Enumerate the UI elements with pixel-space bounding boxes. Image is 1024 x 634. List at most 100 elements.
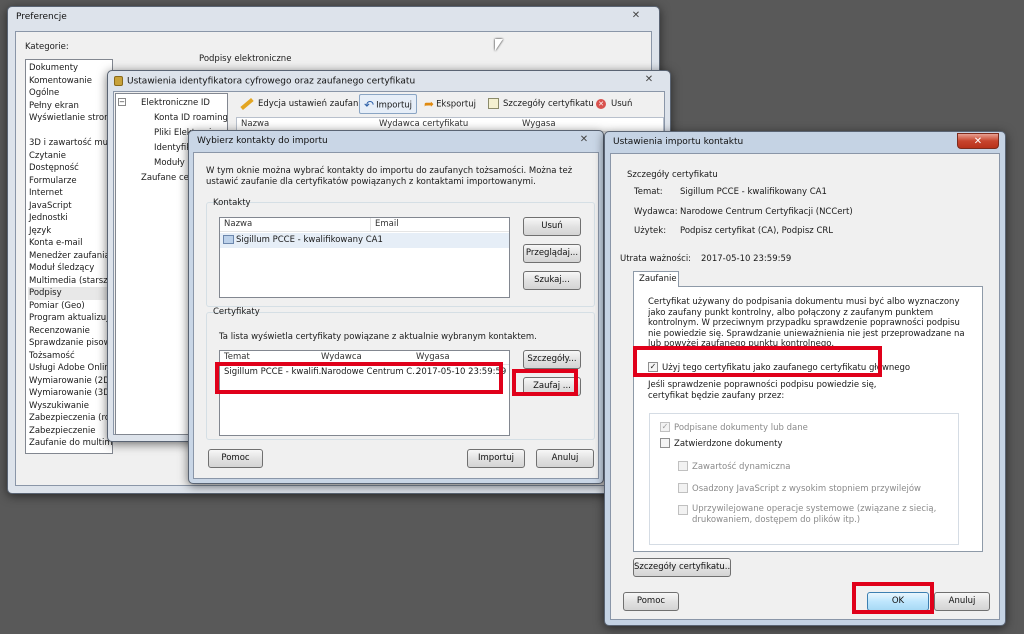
search-button[interactable]: Szukaj... — [523, 271, 581, 290]
category-item[interactable]: Internet — [28, 187, 112, 200]
trust-description: Certyfikat używany do podpisania dokumen… — [648, 297, 965, 349]
signed-docs-label: Podpisane dokumenty lub dane — [674, 423, 808, 433]
certificate-icon — [488, 98, 499, 109]
usage-label: Użytek: — [634, 226, 667, 236]
category-item[interactable]: Dostępność — [28, 162, 112, 175]
import-contacts-window: Wybierz kontakty do importu ✕ W tym okni… — [188, 130, 604, 484]
category-item[interactable]: Ogólne — [28, 87, 112, 100]
edit-trust-button[interactable]: Edycja ustawień zaufania — [240, 94, 366, 114]
import-button[interactable]: ↶ Importuj — [359, 94, 418, 114]
category-item[interactable]: Wyszukiwanie — [28, 400, 112, 413]
pencil-icon — [240, 97, 254, 110]
tab-trust[interactable]: Zaufanie — [633, 271, 679, 287]
category-item[interactable]: Menedżer zaufania — [28, 250, 112, 263]
category-item[interactable]: Multimedia (starsze) — [28, 275, 112, 288]
contacts-group: Kontakty Nazwa Email Sigillum PCCE - kwa… — [206, 198, 595, 307]
category-item — [28, 125, 112, 138]
category-item[interactable]: Wymiarowanie (3D) — [28, 387, 112, 400]
subject-value: Sigillum PCCE - kwalifikowany CA1 — [680, 187, 827, 197]
remove-contact-button[interactable]: Usuń — [523, 217, 581, 236]
settings-help-button[interactable]: Pomoc — [623, 592, 679, 611]
category-item[interactable]: Konta e-mail — [28, 237, 112, 250]
details-heading: Szczegóły certyfikatu — [627, 170, 718, 180]
certified-docs-label[interactable]: Zatwierdzone dokumenty — [674, 439, 783, 449]
category-item[interactable]: Recenzowanie — [28, 325, 112, 338]
import-contacts-client: W tym oknie można wybrać kontakty do imp… — [193, 152, 599, 479]
category-item[interactable]: Dokumenty — [28, 62, 112, 75]
mouse-cursor-icon — [495, 39, 503, 51]
import-contacts-title: Wybierz kontakty do importu — [197, 136, 328, 146]
system-ops-checkbox[interactable] — [678, 505, 688, 515]
category-item[interactable]: Usługi Adobe Online — [28, 362, 112, 375]
remove-icon: ✕ — [596, 98, 606, 109]
cert-details-full-button[interactable]: Szczegóły certyfikatu... — [633, 558, 731, 577]
cert-details-dialog-button[interactable]: Szczegóły... — [523, 350, 581, 369]
settings-cancel-button[interactable]: Anuluj — [934, 592, 990, 611]
category-item[interactable]: Sprawdzanie pisowni — [28, 337, 112, 350]
help-button[interactable]: Pomoc — [208, 449, 263, 468]
dynamic-content-label: Zawartość dynamiczna — [692, 462, 791, 472]
javascript-checkbox[interactable] — [678, 483, 688, 493]
import-settings-window: Ustawienia importu kontaktu ✕ Szczegóły … — [604, 131, 1006, 626]
category-item[interactable]: Komentowanie — [28, 75, 112, 88]
browse-button[interactable]: Przeglądaj... — [523, 244, 581, 263]
category-item[interactable]: Jednostki — [28, 212, 112, 225]
import-settings-client: Szczegóły certyfikatu Temat: Sigillum PC… — [610, 153, 1000, 620]
contact-card-icon — [223, 235, 234, 244]
category-item[interactable]: Zabezpieczenie — [28, 425, 112, 438]
signed-docs-checkbox[interactable]: ✓ — [660, 422, 670, 432]
category-item[interactable]: Pełny ekran — [28, 100, 112, 113]
category-item[interactable]: Formularze — [28, 175, 112, 188]
validation-text: Jeśli sprawdzenie poprawności podpisu po… — [648, 380, 877, 401]
system-ops-label: Uprzywilejowane operacje systemowe (zwią… — [692, 504, 937, 525]
category-item[interactable]: Tożsamość — [28, 350, 112, 363]
category-item[interactable]: Język — [28, 225, 112, 238]
category-item[interactable]: JavaScript — [28, 200, 112, 213]
contacts-header: Nazwa Email — [220, 218, 509, 232]
subject-label: Temat: — [634, 187, 663, 197]
trust-tab-panel: Certyfikat używany do podpisania dokumen… — [633, 286, 983, 552]
dynamic-content-checkbox[interactable] — [678, 461, 688, 471]
certificates-label: Certyfikaty — [213, 307, 260, 317]
export-button[interactable]: ➦ Eksportuj — [424, 94, 476, 114]
categories-list[interactable]: Dokumenty Komentowanie Ogólne Pełny ekran Wy… — [25, 59, 113, 454]
tree-item-electronic-id[interactable]: Elektroniczne ID — [141, 98, 210, 108]
remove-button[interactable]: ✕ Usuń — [596, 94, 632, 114]
category-item[interactable]: 3D i zawartość multim — [28, 137, 112, 150]
certified-docs-checkbox[interactable] — [660, 438, 670, 448]
highlight-root-checkbox — [633, 346, 882, 377]
import-contacts-close-button[interactable]: ✕ — [569, 132, 599, 148]
tree-expander-icon[interactable]: − — [118, 98, 126, 106]
category-item[interactable]: Podpisy — [28, 287, 112, 300]
import-arrow-icon: ↶ — [364, 98, 375, 112]
lock-icon — [114, 76, 123, 86]
categories-label: Kategorie: — [25, 42, 69, 52]
category-item[interactable]: Program aktualizujący — [28, 312, 112, 325]
category-item[interactable]: Czytanie — [28, 150, 112, 163]
cancel-import-button[interactable]: Anuluj — [536, 449, 594, 468]
javascript-label: Osadzony JavaScript z wysokim stopniem p… — [692, 484, 921, 494]
digital-id-close-button[interactable]: ✕ — [634, 72, 664, 88]
import-settings-close-button[interactable]: ✕ — [957, 133, 999, 149]
category-item[interactable]: Zabezpieczenia (rozsz — [28, 412, 112, 425]
expiry-value: 2017-05-10 23:59:59 — [701, 254, 792, 264]
expiry-label: Utrata ważności: — [620, 254, 692, 264]
export-arrow-icon: ➦ — [424, 97, 435, 111]
category-item[interactable]: Wymiarowanie (2D) — [28, 375, 112, 388]
id-toolbar: Edycja ustawień zaufania ↶ Importuj ➦ Eksp… — [236, 94, 666, 116]
preferences-close-button[interactable]: ✕ — [621, 8, 651, 24]
category-item[interactable]: Pomiar (Geo) — [28, 300, 112, 313]
category-item[interactable]: Moduł śledzący — [28, 262, 112, 275]
trust-options-group: ✓ Podpisane dokumenty lub dane Zatwierdz… — [649, 413, 959, 545]
digital-id-title: Ustawienia identyfikatora cyfrowego oraz… — [108, 71, 670, 93]
contact-row[interactable]: Sigillum PCCE - kwalifikowany CA1 — [220, 233, 509, 248]
import-confirm-button[interactable]: Importuj — [467, 449, 525, 468]
cert-details-button[interactable]: Szczegóły certyfikatu — [488, 94, 594, 114]
category-item[interactable]: Zaufanie do multimed — [28, 437, 112, 450]
contacts-label: Kontakty — [213, 198, 251, 208]
tree-item-roaming[interactable]: Konta ID roamingu — [154, 113, 227, 123]
contacts-list[interactable]: Nazwa Email Sigillum PCCE - kwalifikowan… — [219, 217, 510, 298]
usage-value: Podpisz certyfikat (CA), Podpisz CRL — [680, 226, 834, 236]
issuer-value: Narodowe Centrum Certyfikacji (NCCert) — [680, 207, 853, 217]
category-item[interactable]: Wyświetlanie strony — [28, 112, 112, 125]
